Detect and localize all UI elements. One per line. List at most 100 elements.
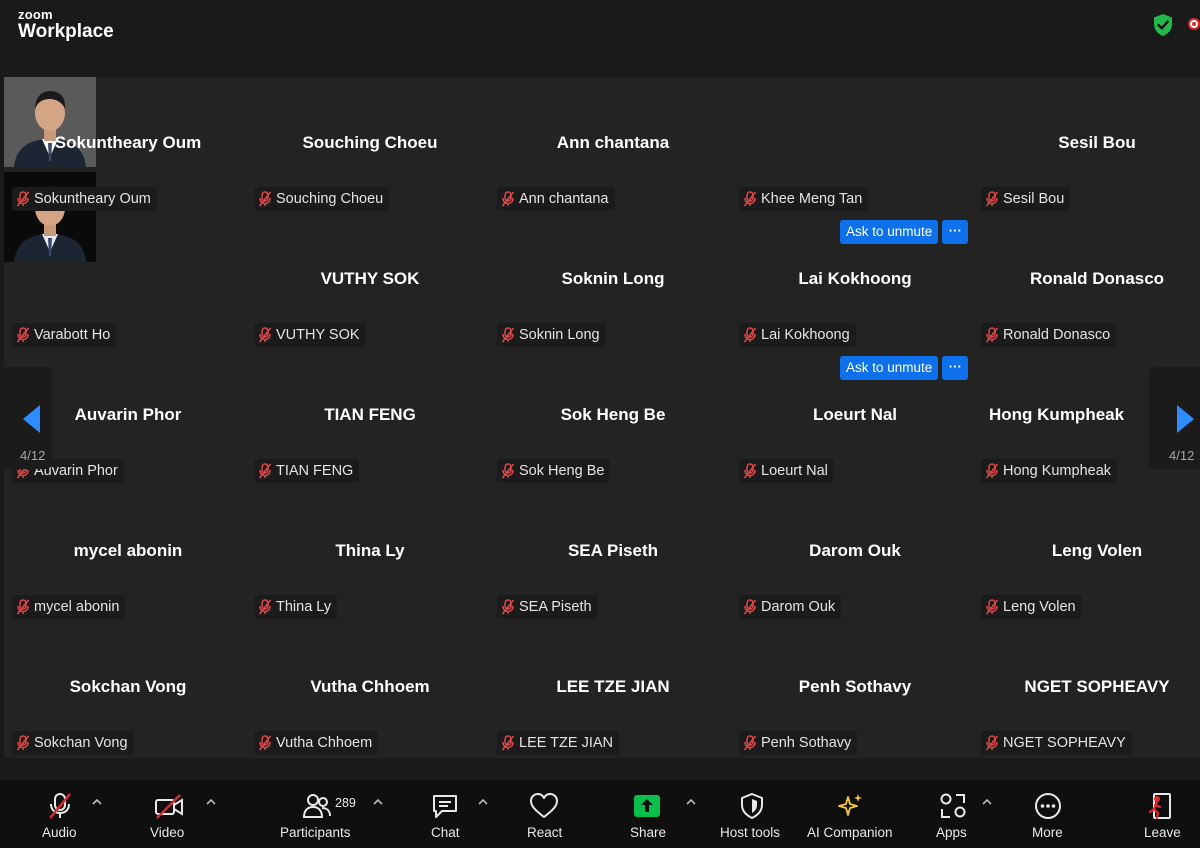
participant-tile[interactable]: Sok Heng Be Sok Heng Be [493,349,733,485]
participant-name-text: Sokchan Vong [34,735,128,751]
participant-name-label: VUTHY SOK [254,323,366,347]
participant-tile[interactable]: Souching Choeu Souching Choeu [250,77,490,213]
share-screen-icon [634,795,660,817]
participants-options-chevron-icon[interactable] [373,798,383,806]
mic-muted-icon [16,327,30,343]
video-label: Video [150,825,185,840]
participant-name-text: Sok Heng Be [519,463,605,479]
participant-tile[interactable]: Ronald Donasco Ronald Donasco [977,213,1200,349]
participant-name-text: Sesil Bou [1003,191,1065,207]
mic-muted-icon [985,599,999,615]
mic-muted-icon [501,191,515,207]
participant-tile[interactable]: SEA Piseth SEA Piseth [493,485,733,621]
participant-name-label: NGET SOPHEAVY [981,731,1132,755]
audio-label: Audio [42,825,77,840]
next-page-button[interactable]: 4/12 [1149,367,1200,469]
participant-display-name: SEA Piseth [567,541,659,560]
participant-tile[interactable]: Penh Sothavy Penh Sothavy [735,621,975,757]
participant-tile[interactable]: Khee Meng Tan [735,77,975,213]
share-options-chevron-icon[interactable] [686,798,696,806]
chat-label: Chat [431,825,460,840]
leave-button[interactable]: Leave [1140,780,1184,848]
participant-tile[interactable]: Sokchan Vong Sokchan Vong [8,621,248,757]
mic-muted-icon [985,191,999,207]
participant-name-label: LEE TZE JIAN [497,731,620,755]
video-camera-off-icon [155,794,183,819]
mic-muted-icon [743,463,757,479]
participants-button[interactable]: 289 Participants [278,780,358,848]
participant-tile[interactable]: NGET SOPHEAVY NGET SOPHEAVY [977,621,1200,757]
participant-name-text: Varabott Ho [34,327,111,343]
participant-display-name: Soknin Long [561,269,665,288]
participant-tile[interactable]: Vutha Chhoem Vutha Chhoem [250,621,490,757]
ai-companion-button[interactable]: AI Companion [804,780,900,848]
host-tools-button[interactable]: Host tools [716,780,788,848]
participant-tile[interactable]: TIAN FENG TIAN FENG [250,349,490,485]
zoom-logo: zoom Workplace [18,8,114,41]
participant-tile[interactable]: mycel abonin mycel abonin [8,485,248,621]
participant-display-name: Sok Heng Be [560,405,666,424]
participant-tile[interactable]: Thina Ly Thina Ly [250,485,490,621]
participant-name-label: Sokuntheary Oum [12,187,157,211]
brand-large: Workplace [18,21,114,42]
participant-name-text: Souching Choeu [276,191,384,207]
video-button[interactable]: Video [142,780,198,848]
apps-options-chevron-icon[interactable] [982,798,992,806]
participant-name-text: Loeurt Nal [761,463,828,479]
previous-page-button[interactable]: 4/12 [0,367,52,469]
chat-options-chevron-icon[interactable] [478,798,488,806]
chat-button[interactable]: Chat [424,780,468,848]
participant-display-name: Lai Kokhoong [798,269,912,288]
audio-options-chevron-icon[interactable] [92,798,102,806]
more-ellipsis-icon [1035,793,1061,819]
audio-button[interactable]: Audio [30,780,90,848]
participant-tile[interactable]: Ann chantana Ann chantana [493,77,733,213]
video-options-chevron-icon[interactable] [206,798,216,806]
participant-name-text: Penh Sothavy [761,735,852,751]
participant-name-label: Lai Kokhoong [739,323,856,347]
recording-indicator-icon[interactable] [1188,18,1200,30]
host-tools-label: Host tools [720,825,781,840]
participant-name-label: Souching Choeu [254,187,390,211]
participant-tile[interactable]: LEE TZE JIAN LEE TZE JIAN [493,621,733,757]
apps-icon [940,793,966,818]
participant-tile[interactable]: Varabott Ho [8,213,248,349]
apps-button[interactable]: Apps [932,780,976,848]
participant-display-name: Penh Sothavy [798,677,912,696]
more-button[interactable]: More [1026,780,1070,848]
participant-display-name: Darom Ouk [809,541,901,560]
participant-tile[interactable]: Darom Ouk Darom Ouk [735,485,975,621]
participant-name-text: Hong Kumpheak [1003,463,1112,479]
arrow-right-icon [1177,405,1194,433]
participant-name-label: Penh Sothavy [739,731,858,755]
heart-icon [530,793,558,818]
participant-name-text: SEA Piseth [519,599,592,615]
gallery-view: Sokuntheary Oum Sokuntheary Oum Souching C… [4,77,1200,758]
security-shield-icon[interactable] [1152,13,1174,37]
participant-display-name: mycel abonin [73,541,183,560]
mic-muted-icon [16,735,30,751]
participant-tile[interactable]: Soknin Long Soknin Long [493,213,733,349]
participant-tile[interactable]: Sokuntheary Oum Sokuntheary Oum [8,77,248,213]
participant-tile[interactable]: Lai Kokhoong Lai Kokhoong [735,213,975,349]
share-button[interactable]: Share [626,780,670,848]
participants-count: 289 [335,796,356,810]
mic-muted-icon [985,463,999,479]
participant-name-text: mycel abonin [34,599,120,615]
participant-tile[interactable]: Loeurt Nal Loeurt Nal [735,349,975,485]
mic-muted-icon [985,327,999,343]
react-button[interactable]: React [522,780,566,848]
participant-tile[interactable]: Sesil Bou Sesil Bou [977,77,1200,213]
participants-label: Participants [280,825,351,840]
ai-companion-label: AI Companion [807,825,893,840]
participant-display-name: NGET SOPHEAVY [1024,677,1170,696]
mic-muted-icon [501,599,515,615]
participant-name-label: Darom Ouk [739,595,842,619]
mic-muted-icon [743,191,757,207]
mic-muted-icon [258,463,272,479]
participant-display-name: Leng Volen [1051,541,1143,560]
participant-tile[interactable]: VUTHY SOK VUTHY SOK [250,213,490,349]
participant-tile[interactable]: Leng Volen Leng Volen [977,485,1200,621]
mic-muted-icon [501,327,515,343]
leave-door-icon [1148,793,1171,820]
